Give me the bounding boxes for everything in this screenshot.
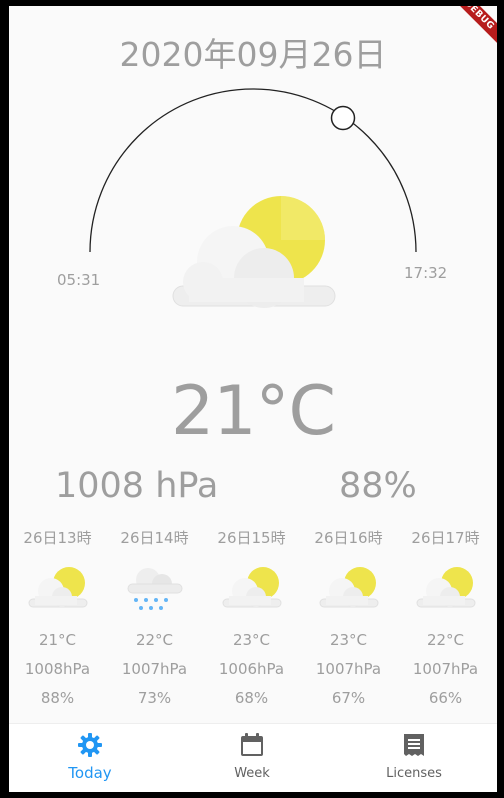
gear-sun-icon (77, 732, 103, 762)
sun-position-marker (330, 105, 356, 131)
hourly-humidity: 73% (137, 689, 172, 707)
nav-label-week: Week (234, 766, 270, 781)
sunrise-time: 05:31 (57, 271, 101, 289)
hourly-pressure: 1006hPa (218, 660, 285, 678)
hourly-humidity: 67% (331, 689, 366, 707)
hourly-time: 26日15時 (217, 529, 286, 547)
current-humidity: 88% (339, 466, 417, 506)
nav-label-today: Today (68, 764, 112, 782)
hourly-pressure: 1007hPa (315, 660, 382, 678)
partly-cloudy-icon (203, 566, 300, 626)
hourly-pressure: 1008hPa (24, 660, 91, 678)
license-icon (401, 732, 427, 762)
bottom-navigation: Today Week Licenses (9, 723, 497, 792)
nav-item-today[interactable]: Today (9, 724, 171, 792)
hourly-item: 26日13時 21°C 1008hPa 88% (9, 524, 106, 713)
hourly-temp: 22°C (135, 631, 174, 649)
rain-icon (106, 566, 203, 626)
hourly-pressure: 1007hPa (121, 660, 188, 678)
current-pressure: 1008 hPa (55, 466, 219, 506)
sunset-time: 17:32 (404, 264, 448, 282)
hourly-pressure: 1007hPa (412, 660, 479, 678)
nav-label-licenses: Licenses (386, 766, 442, 781)
hourly-item: 26日15時 23°C 1006hPa 68% (203, 524, 300, 713)
hourly-temp: 22°C (426, 631, 465, 649)
hourly-time: 26日16時 (314, 529, 383, 547)
partly-cloudy-icon (300, 566, 397, 626)
partly-cloudy-icon (169, 196, 339, 320)
hourly-humidity: 88% (40, 689, 75, 707)
hourly-item: 26日17時 22°C 1007hPa 66% (397, 524, 494, 713)
partly-cloudy-icon (397, 566, 494, 626)
hourly-humidity: 66% (428, 689, 463, 707)
calendar-icon (239, 732, 265, 762)
hourly-temp: 21°C (38, 631, 77, 649)
hourly-time: 26日14時 (120, 529, 189, 547)
hourly-temp: 23°C (329, 631, 368, 649)
hourly-item: 26日14時 22°C 1007hPa 73% (106, 524, 203, 713)
hourly-temp: 23°C (232, 631, 271, 649)
app-screen: DEBUG 2020年09月26日 05:31 17:32 21°C 1008 … (9, 6, 497, 792)
hourly-item: 26日16時 23°C 1007hPa 67% (300, 524, 397, 713)
hourly-humidity: 68% (234, 689, 269, 707)
current-temperature: 21°C (170, 372, 336, 451)
partly-cloudy-icon (9, 566, 106, 626)
nav-item-licenses[interactable]: Licenses (333, 724, 495, 792)
hourly-time: 26日17時 (411, 529, 480, 547)
nav-item-week[interactable]: Week (171, 724, 333, 792)
hourly-forecast: 26日13時 21°C 1008hPa 88% 26日14時 22°C 1007… (9, 524, 497, 714)
hourly-time: 26日13時 (23, 529, 92, 547)
